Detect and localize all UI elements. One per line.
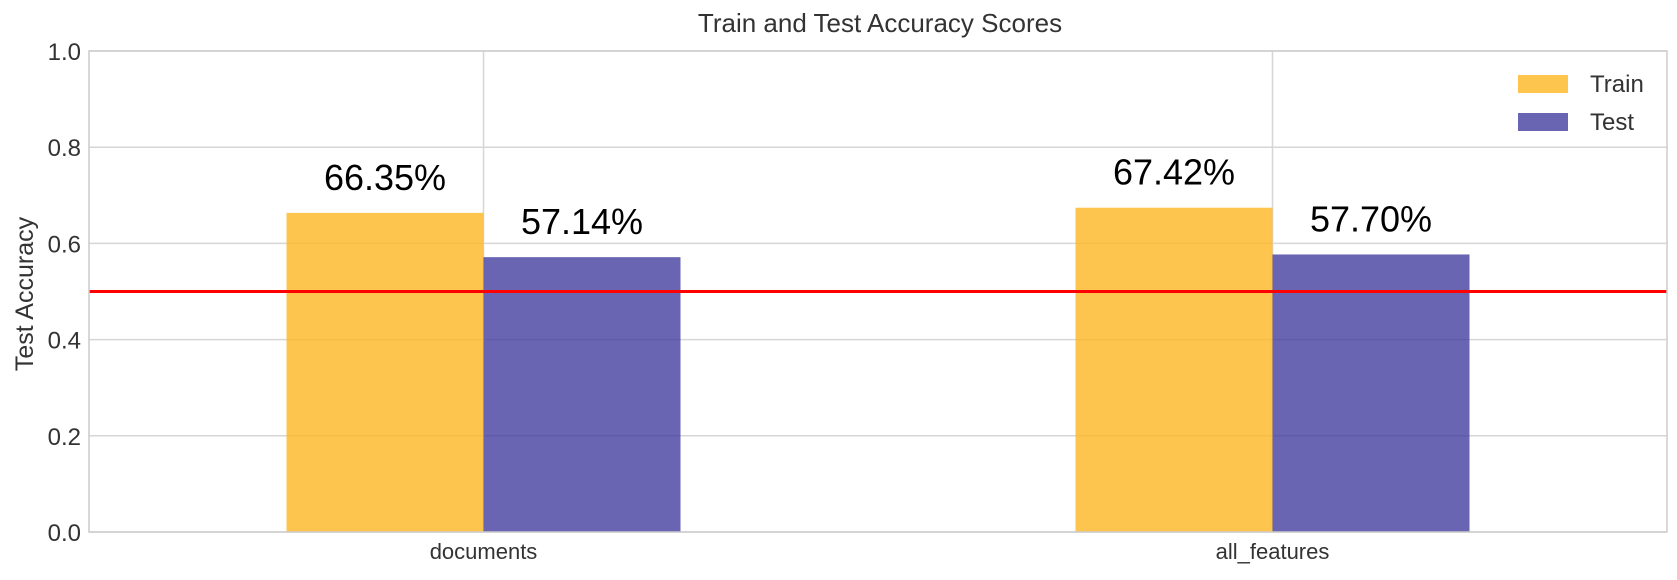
x-tick-label: all_features	[1216, 539, 1330, 564]
bars	[286, 207, 1470, 533]
bar-test	[483, 257, 681, 532]
y-tick-label: 1.0	[48, 39, 81, 66]
bar-train	[1075, 207, 1273, 533]
chart-container: 66.35% 67.42% 57.14% 57.70% 0.0 0.2 0.4 0.6 0.8…	[0, 0, 1677, 575]
bar-value-label: 67.42%	[1113, 152, 1235, 193]
bar-train	[286, 212, 484, 532]
y-axis-label: Test Accuracy	[11, 216, 39, 371]
legend-swatch-train	[1518, 75, 1568, 93]
legend-label-test: Test	[1590, 109, 1634, 136]
legend-swatch-test	[1518, 113, 1568, 131]
y-tick-label: 0.8	[48, 135, 81, 162]
y-tick-label: 0.0	[48, 520, 81, 547]
bar-test	[1272, 254, 1470, 532]
bar-value-label: 57.14%	[521, 201, 643, 242]
bar-value-label: 66.35%	[324, 157, 446, 198]
bar-value-label: 57.70%	[1310, 198, 1432, 239]
legend: Train Test	[1518, 71, 1644, 136]
y-tick-label: 0.6	[48, 231, 81, 258]
y-tick-label: 0.4	[48, 328, 81, 355]
y-tick-label: 0.2	[48, 424, 81, 451]
bar-chart: 66.35% 67.42% 57.14% 57.70% 0.0 0.2 0.4 0.6 0.8…	[11, 8, 1668, 564]
legend-label-train: Train	[1590, 71, 1644, 98]
x-tick-label: documents	[430, 539, 538, 564]
chart-title: Train and Test Accuracy Scores	[698, 8, 1062, 38]
